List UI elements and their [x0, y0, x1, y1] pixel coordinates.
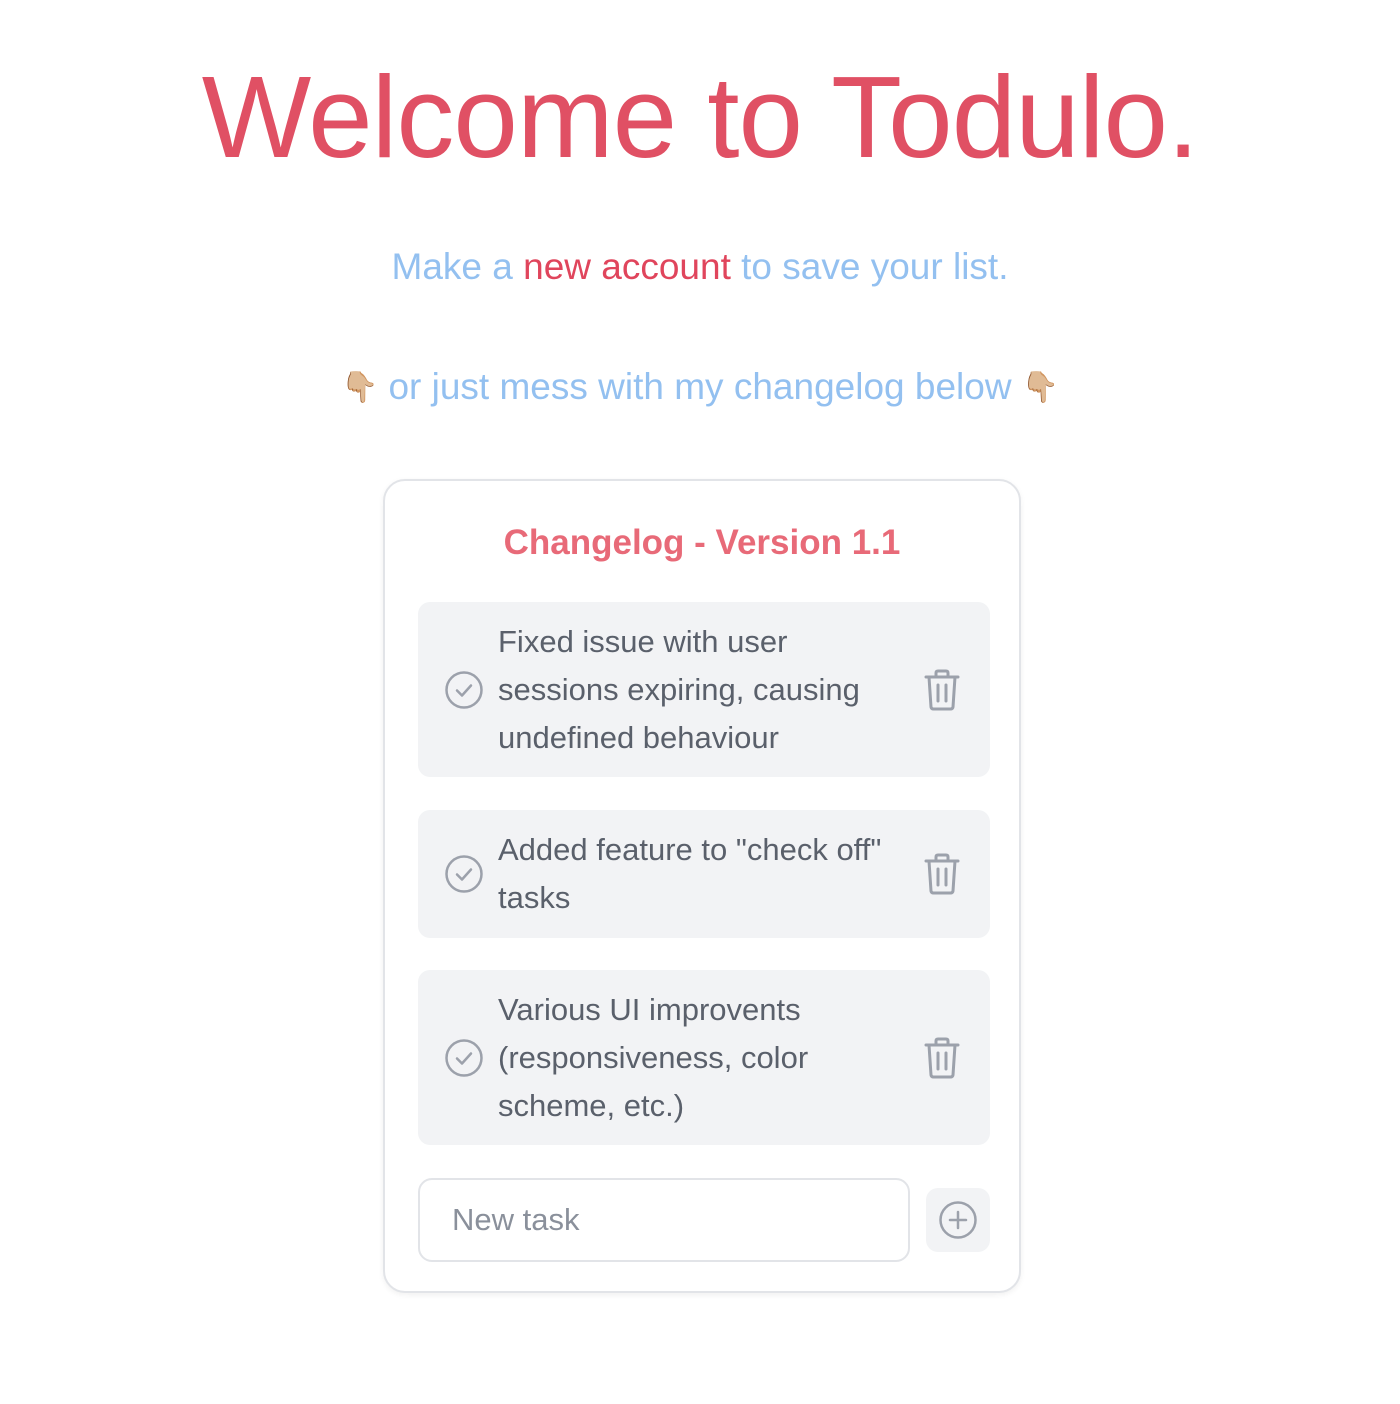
task-text: Added feature to "check off" tasks [498, 832, 882, 915]
signup-prefix: Make a [391, 246, 524, 287]
pointing-down-left-icon: 👇🏼 [341, 371, 379, 404]
signup-prompt: Make a new account to save your list. [0, 244, 1400, 290]
task-item: Various UI improvents (responsiveness, c… [418, 970, 990, 1145]
new-task-input[interactable] [418, 1178, 910, 1262]
plus-circle-icon [939, 1201, 977, 1239]
task-text: Various UI improvents (responsiveness, c… [498, 991, 809, 1123]
changelog-hint-text: or just mess with my changelog below [388, 366, 1012, 407]
pointing-down-right-icon: 👇🏼 [1021, 371, 1059, 404]
page-title: Welcome to Todulo. [201, 52, 1200, 182]
page: Welcome to Todulo. Make a new account to… [0, 0, 1400, 1404]
add-task-button[interactable] [926, 1188, 990, 1252]
check-circle-icon[interactable] [444, 670, 484, 710]
signup-suffix: to save your list. [730, 246, 1009, 287]
trash-icon[interactable] [922, 1036, 962, 1080]
new-account-link[interactable]: new account [523, 246, 731, 287]
changelog-title: Changelog - Version 1.1 [503, 523, 901, 562]
trash-icon[interactable] [922, 852, 962, 896]
task-item: Added feature to "check off" tasks [418, 810, 990, 938]
changelog-hint: 👇🏼 or just mess with my changelog below 👇🏼 [0, 364, 1400, 411]
trash-icon[interactable] [922, 668, 962, 712]
task-text: Fixed issue with user sessions expiring,… [498, 623, 860, 755]
check-circle-icon[interactable] [444, 1038, 484, 1078]
changelog-card: Changelog - Version 1.1 Fixed issue with… [383, 479, 1021, 1293]
check-circle-icon[interactable] [444, 854, 484, 894]
task-item: Fixed issue with user sessions expiring,… [418, 602, 990, 777]
